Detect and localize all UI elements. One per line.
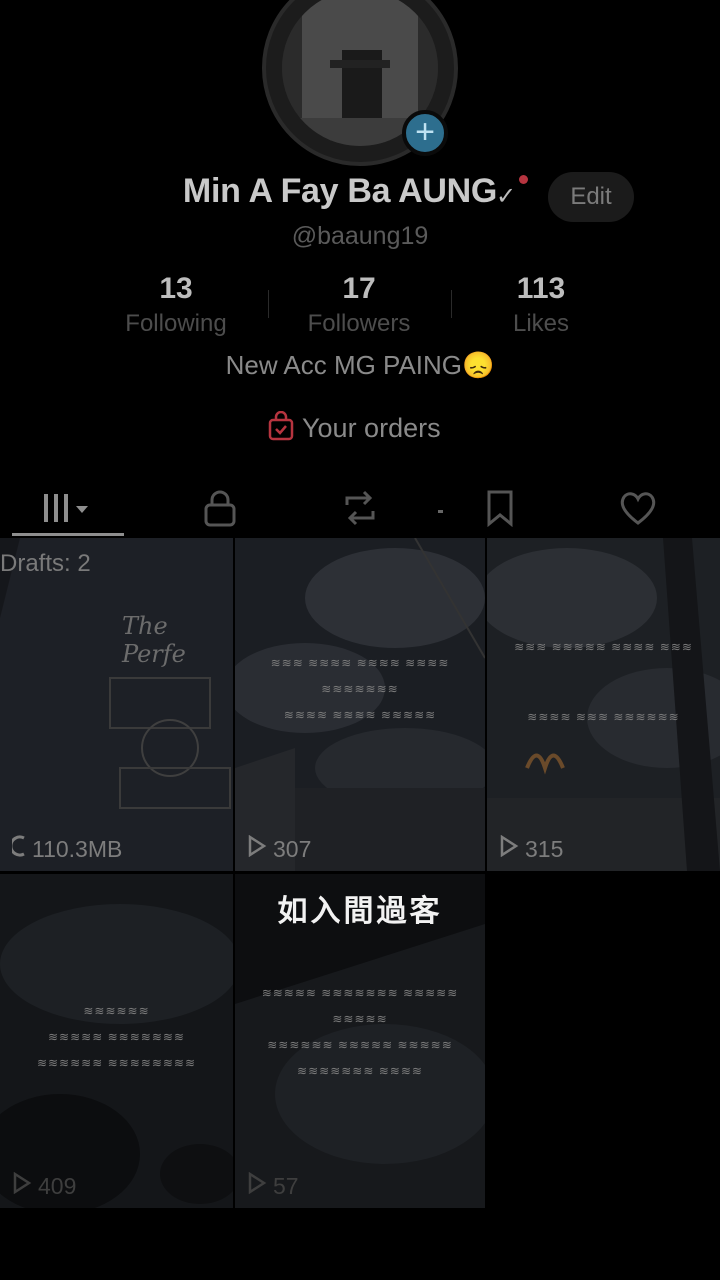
profile-bio: New Acc MG PAING😞 — [225, 350, 495, 380]
drafts-tile[interactable]: Drafts: 2 The Perfe 110.3MB — [0, 538, 233, 871]
repost-icon — [345, 490, 375, 526]
caption-line: ≋≋≋≋≋≋ ≋≋≋≋≋ ≋≋≋≋≋ — [267, 1038, 453, 1052]
caption-line: ≋≋≋ ≋≋≋≋≋ ≋≋≋≋ ≋≋≋ — [514, 640, 693, 654]
view-count: 409 — [12, 1171, 77, 1200]
play-icon — [247, 1171, 267, 1200]
draft-shirt-text: The Perfe — [122, 612, 186, 668]
view-count: 307 — [247, 834, 312, 863]
stat-followers-label: Followers — [307, 310, 411, 337]
reposts-tab[interactable] — [290, 480, 430, 536]
bookmark-icon — [487, 490, 513, 527]
caption-line: ≋≋≋≋≋ ≋≋≋≋≋≋≋ — [48, 1030, 185, 1044]
view-count: 57 — [247, 1171, 299, 1200]
liked-tab[interactable] — [568, 480, 708, 536]
grid-icon — [44, 494, 88, 522]
caption-line: ≋≋≋≋ ≋≋≋≋ ≋≋≋≋≋ — [283, 708, 437, 722]
stat-followers[interactable]: 17 Followers — [269, 272, 449, 338]
video-caption: ≋≋≋≋≋≋ ≋≋≋≋≋ ≋≋≋≋≋≋≋ ≋≋≋≋≋≋ ≋≋≋≋≋≋≋≋ — [12, 998, 221, 1076]
caption-line: ≋≋≋≋≋≋≋ — [321, 682, 399, 696]
overlay-caption: 如入間過客 — [277, 894, 443, 929]
view-count: 315 — [499, 834, 564, 863]
stat-likes-value: 113 — [516, 272, 566, 305]
view-count-value: 409 — [38, 1172, 77, 1199]
drafts-size-value: 110.3MB — [32, 835, 123, 862]
stat-likes-label: Likes — [512, 310, 570, 337]
drafts-size: 110.3MB — [9, 835, 123, 863]
video-caption: ≋≋≋≋≋ ≋≋≋≋≋≋≋ ≋≋≋≋≋ ≋≋≋≋≋ ≋≋≋≋≋≋ ≋≋≋≋≋ ≋… — [247, 980, 473, 1084]
video-caption: ≋≋≋ ≋≋≋≋ ≋≋≋≋ ≋≋≋≋ ≋≋≋≋≋≋≋ ≋≋≋≋ ≋≋≋≋ ≋≋≋… — [247, 650, 473, 728]
video-tile[interactable]: ≋≋≋ ≋≋≋≋≋ ≋≋≋≋ ≋≋≋ ≋≋≋≋ ≋≋≋ ≋≋≋≋≋≋ 315 — [487, 538, 720, 871]
stat-following-label: Following — [125, 310, 227, 337]
draft-thumbnail — [0, 538, 233, 871]
profile-username: @baaung19 — [291, 222, 429, 250]
stat-followers-value: 17 — [342, 272, 376, 305]
drafts-label: Drafts: 2 — [0, 550, 91, 577]
videos-tab[interactable] — [0, 480, 140, 536]
profile-display-name: Min A Fay Ba AUNG — [182, 172, 498, 210]
stat-likes[interactable]: 113 Likes — [451, 272, 631, 338]
view-count-value: 315 — [525, 835, 564, 862]
draft-icon — [9, 835, 26, 863]
play-icon — [499, 834, 519, 863]
caption-line: ≋≋≋≋≋ ≋≋≋≋≋≋≋ ≋≋≋≋≋ — [261, 986, 459, 1000]
lock-icon — [204, 490, 236, 527]
video-caption: ≋≋≋ ≋≋≋≋≋ ≋≋≋≋ ≋≋≋ ≋≋≋≋ ≋≋≋ ≋≋≋≋≋≋ — [499, 634, 708, 730]
caption-line: ≋≋≋≋≋≋≋ ≋≋≋≋ — [297, 1064, 423, 1078]
favorites-tab[interactable] — [430, 480, 570, 536]
your-orders-link[interactable]: Your orders — [268, 410, 441, 446]
edit-profile-button[interactable]: Edit — [548, 172, 634, 222]
stat-following[interactable]: 13 Following — [86, 272, 266, 338]
your-orders-label: Your orders — [302, 412, 441, 443]
caption-line: ≋≋≋≋ ≋≋≋ ≋≋≋≋≋≋ — [527, 710, 680, 724]
chevron-down-icon[interactable]: ✓ — [496, 182, 516, 211]
heart-icon — [620, 492, 656, 525]
video-tile[interactable]: ≋≋≋ ≋≋≋≋ ≋≋≋≋ ≋≋≋≋ ≋≋≋≋≋≋≋ ≋≋≋≋ ≋≋≋≋ ≋≋≋… — [235, 538, 485, 871]
private-tab[interactable] — [150, 480, 290, 536]
notification-dot — [519, 175, 528, 184]
stat-following-value: 13 — [159, 272, 193, 305]
caption-line: ≋≋≋≋≋≋ ≋≋≋≋≋≋≋≋ — [36, 1056, 197, 1070]
caption-line: ≋≋≋≋≋≋ — [83, 1004, 150, 1018]
view-count-value: 307 — [273, 835, 312, 862]
play-icon — [12, 1171, 32, 1200]
view-count-value: 57 — [273, 1172, 299, 1199]
caption-line: ≋≋≋≋≋ — [332, 1012, 388, 1026]
shopping-bag-icon — [268, 410, 294, 446]
caption-line: ≋≋≋ ≋≋≋≋ ≋≋≋≋ ≋≋≋≋ — [270, 656, 450, 670]
add-avatar-icon[interactable]: + — [402, 110, 448, 156]
active-tab-underline — [12, 533, 124, 536]
play-icon — [247, 834, 267, 863]
